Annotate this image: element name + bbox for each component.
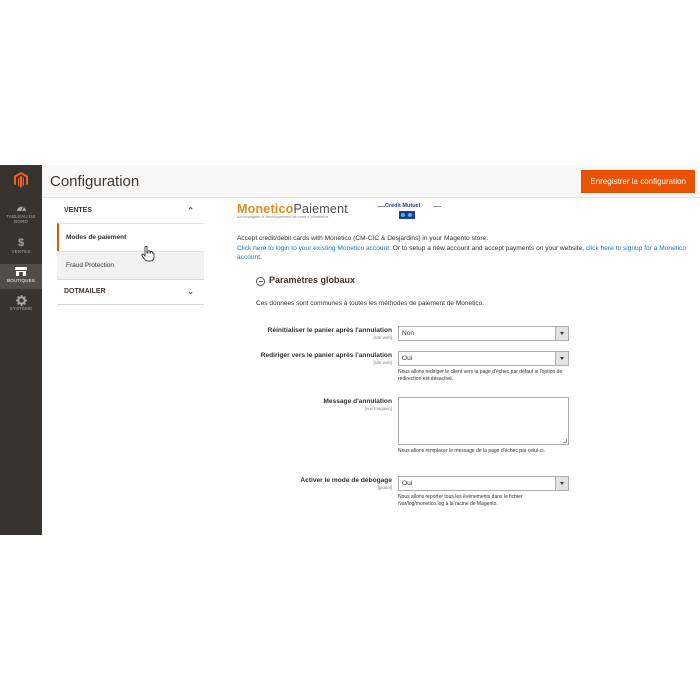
field-scope: [site web] xyxy=(373,335,392,340)
nav-label: SYSTÈME xyxy=(9,306,33,311)
nav-label: BOUTIQUES xyxy=(7,278,35,283)
nav-label: TABLEAU DE BORD xyxy=(6,214,36,224)
store-icon xyxy=(0,267,42,278)
field-scope: [site web] xyxy=(373,360,392,365)
main-content: MoneticoPaiement Accompagner le développ… xyxy=(237,198,687,507)
reset-cart-select[interactable]: Non xyxy=(398,326,569,341)
tab-link-label: Modes de paiement xyxy=(66,234,127,241)
chevron-down-icon xyxy=(555,327,568,340)
tab-group-title: DOTMAILER xyxy=(64,288,106,295)
monetico-tagline: Accompagner le développement de votre e-… xyxy=(237,215,329,219)
field-note: Nous allons remplacer le message de la p… xyxy=(398,448,545,454)
select-value: Oui xyxy=(402,355,413,362)
chevron-down-icon xyxy=(555,477,568,490)
admin-sidebar: TABLEAU DE BORD $ VENTES BOUTIQUES SYSTÈ… xyxy=(0,165,42,535)
tab-group-dotmailer: DOTMAILER ⌄ xyxy=(57,280,204,305)
nav-label: VENTES xyxy=(11,249,31,254)
nav-item-dashboard[interactable]: TABLEAU DE BORD xyxy=(0,203,42,233)
field-note: Nous allons reporter tous les événements… xyxy=(398,494,523,507)
gear-icon xyxy=(0,295,42,306)
nav-item-system[interactable]: SYSTÈME xyxy=(0,295,42,319)
login-link[interactable]: Click here to login to your existing Mon… xyxy=(237,245,389,252)
field-label: Réinitialiser le panier après l'annulati… xyxy=(267,327,392,334)
field-note: Nous allons rediriger le client vers la … xyxy=(398,369,563,382)
page-title: Configuration xyxy=(50,173,140,190)
tab-group-header[interactable]: DOTMAILER ⌄ xyxy=(57,280,204,304)
dashboard-icon xyxy=(0,203,42,214)
hand-cursor-icon xyxy=(141,246,155,262)
field-label: Rediriger vers le panier après l'annulat… xyxy=(260,352,392,359)
field-scope: [vue magasin] xyxy=(364,406,392,411)
select-value: Non xyxy=(402,330,415,337)
chevron-down-icon xyxy=(555,352,568,365)
tab-link-label: Fraud Protection xyxy=(66,262,115,269)
collapse-toggle-icon[interactable] xyxy=(256,277,265,286)
save-config-button[interactable]: Enregistrer la configuration xyxy=(581,170,695,193)
intro-text: Accept credit/debit cards with Monetico … xyxy=(237,235,489,242)
section-description: Ces données sont communes à toutes les m… xyxy=(256,300,484,307)
select-value: Oui xyxy=(402,480,413,487)
field-scope: [global] xyxy=(377,485,392,490)
tab-payment-methods[interactable]: Modes de paiement xyxy=(57,223,204,251)
chevron-down-icon: ⌄ xyxy=(187,287,194,296)
dollar-icon: $ xyxy=(17,237,25,249)
cancel-message-textarea[interactable] xyxy=(398,397,569,445)
tab-group-header[interactable]: VENTES ⌃ xyxy=(57,198,204,223)
chevron-up-icon: ⌃ xyxy=(187,206,194,215)
resize-handle-icon[interactable] xyxy=(563,439,567,443)
brand-logos: MoneticoPaiement Accompagner le développ… xyxy=(237,198,687,222)
config-tabs: VENTES ⌃ Modes de paiement Fraud Protect… xyxy=(57,198,204,305)
magento-logo[interactable] xyxy=(0,165,42,195)
nav-item-sales[interactable]: $ VENTES xyxy=(0,238,42,262)
redirect-cart-select[interactable]: Oui xyxy=(398,351,569,366)
field-label: Activer le mode de débogage xyxy=(300,477,392,484)
tab-group-sales: VENTES ⌃ Modes de paiement Fraud Protect… xyxy=(57,198,204,280)
admin-window: TABLEAU DE BORD $ VENTES BOUTIQUES SYSTÈ… xyxy=(0,165,700,535)
tab-group-title: VENTES xyxy=(64,207,93,214)
credit-mutuel-logo: Crédit Mutuel xyxy=(385,203,421,209)
section-title[interactable]: Paramètres globaux xyxy=(269,275,355,285)
magento-logo-icon xyxy=(14,172,28,188)
page-header: Configuration Enregistrer la configurati… xyxy=(42,165,700,198)
nav-item-stores[interactable]: BOUTIQUES xyxy=(0,264,42,289)
debug-mode-select[interactable]: Oui xyxy=(398,476,569,491)
monetico-logo: MoneticoPaiement xyxy=(237,202,348,216)
tab-fraud-protection[interactable]: Fraud Protection xyxy=(57,251,204,279)
field-label: Message d'annulation xyxy=(323,398,392,405)
account-links: Click here to login to your existing Mon… xyxy=(237,245,686,261)
